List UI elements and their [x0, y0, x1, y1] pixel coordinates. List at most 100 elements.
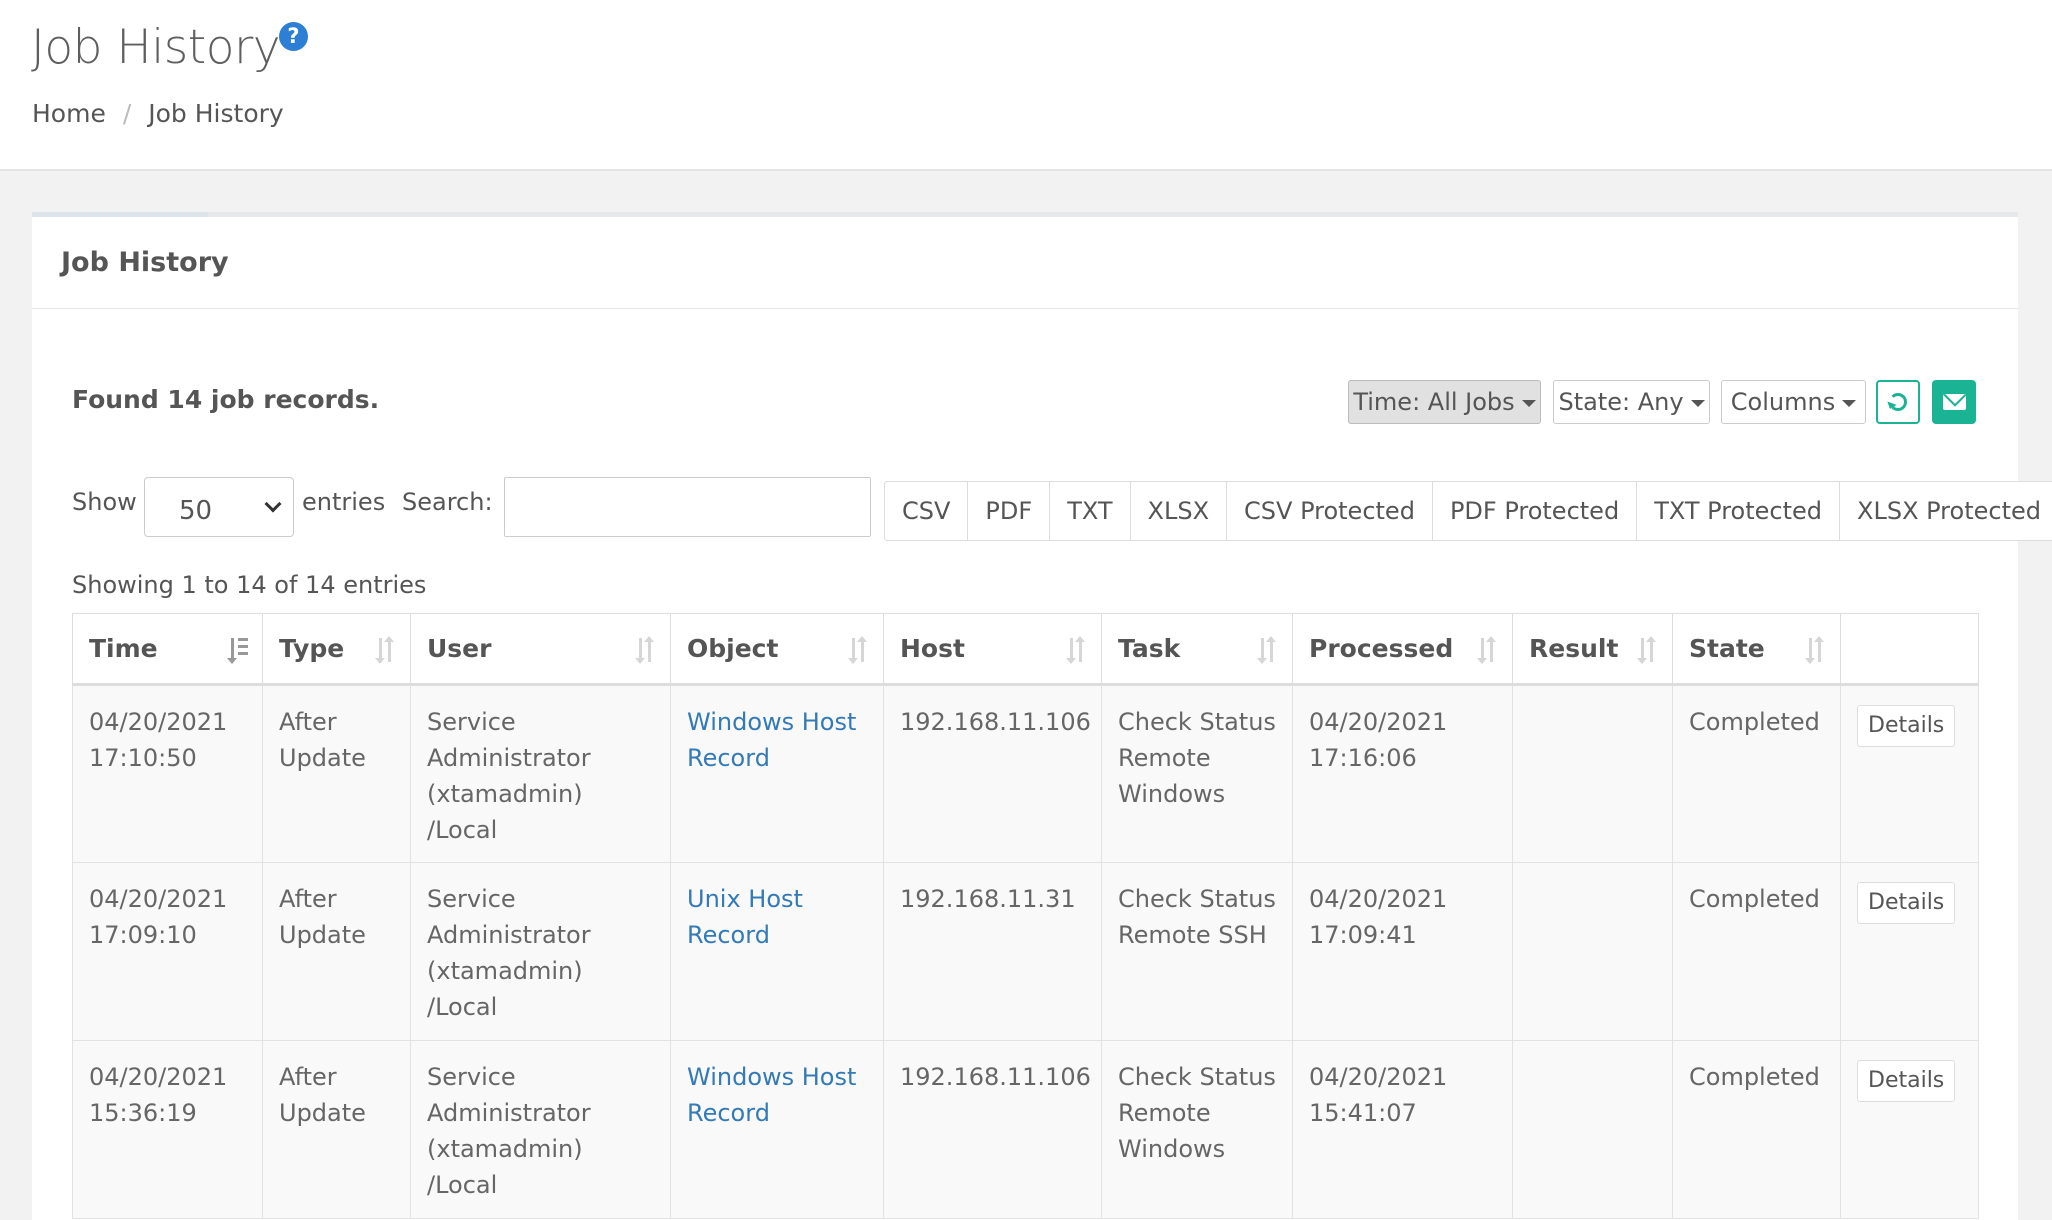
export-pdf-button[interactable]: PDF: [968, 482, 1051, 540]
object-link[interactable]: Windows Host Record: [687, 708, 856, 772]
sort-icon: [375, 636, 396, 664]
cell-actions: Details: [1840, 684, 1979, 863]
column-header-state[interactable]: State: [1672, 613, 1841, 686]
column-header-object[interactable]: Object: [670, 613, 884, 686]
time-line: 17:09:10: [89, 921, 197, 949]
column-header-task[interactable]: Task: [1101, 613, 1293, 686]
column-header-user[interactable]: User: [410, 613, 671, 686]
task-line: Remote SSH: [1118, 921, 1267, 949]
column-header-type[interactable]: Type: [262, 613, 411, 686]
details-button[interactable]: Details: [1857, 705, 1956, 747]
page-length-select[interactable]: 50: [144, 477, 294, 537]
type-line: After: [279, 885, 337, 913]
table-body: 04/20/2021 17:10:50 After Update Service Admi…: [72, 684, 1979, 1219]
export-csv-protected-button[interactable]: CSV Protected: [1227, 482, 1433, 540]
cell-user: Service Administrator (xtamadmin) /Local: [410, 862, 671, 1041]
export-txt-button[interactable]: TXT: [1050, 482, 1131, 540]
sort-icon: [1477, 636, 1498, 664]
details-button[interactable]: Details: [1857, 1060, 1956, 1102]
breadcrumb-separator: /: [122, 99, 132, 128]
cell-actions: Details: [1840, 862, 1979, 1041]
breadcrumb-current: Job History: [148, 99, 284, 128]
user-line: Service: [427, 708, 516, 736]
time-line: 04/20/2021: [89, 708, 228, 736]
column-header-time[interactable]: Time: [72, 613, 263, 686]
cell-user: Service Administrator (xtamadmin) /Local: [410, 1040, 671, 1219]
user-line: Service: [427, 1063, 516, 1091]
column-header-result[interactable]: Result: [1512, 613, 1673, 686]
job-history-table: Time Type User Object Host Task Processe…: [72, 613, 1979, 1219]
time-filter-label: Time: All Jobs: [1353, 388, 1515, 416]
details-button[interactable]: Details: [1857, 882, 1956, 924]
cell-actions: Details: [1840, 1040, 1979, 1219]
processed-line: 04/20/2021: [1309, 708, 1448, 736]
sort-icon: [1805, 636, 1826, 664]
sort-icon: [1066, 636, 1087, 664]
sort-icon: [1257, 636, 1278, 664]
column-header-host[interactable]: Host: [883, 613, 1102, 686]
processed-line: 04/20/2021: [1309, 885, 1448, 913]
column-header-processed[interactable]: Processed: [1292, 613, 1513, 686]
column-header-label: Result: [1529, 634, 1619, 663]
cell-type: After Update: [262, 862, 411, 1041]
export-xlsx-button[interactable]: XLSX: [1131, 482, 1228, 540]
processed-line: 15:41:07: [1309, 1099, 1417, 1127]
show-label: Show: [72, 488, 137, 516]
user-line: Administrator: [427, 744, 591, 772]
envelope-icon: [1943, 394, 1966, 410]
user-line: (xtamadmin): [427, 957, 583, 985]
cell-host: 192.168.11.31: [883, 862, 1102, 1041]
cell-processed: 04/20/2021 17:09:41: [1292, 862, 1513, 1041]
column-header-label: Object: [687, 634, 779, 663]
state-filter-dropdown[interactable]: State: Any: [1553, 380, 1710, 424]
time-line: 04/20/2021: [89, 1063, 228, 1091]
type-line: After: [279, 708, 337, 736]
columns-dropdown[interactable]: Columns: [1721, 380, 1866, 424]
breadcrumb-home-link[interactable]: Home: [32, 99, 106, 128]
cell-processed: 04/20/2021 17:16:06: [1292, 684, 1513, 863]
help-icon[interactable]: ?: [279, 22, 308, 51]
export-txt-protected-button[interactable]: TXT Protected: [1637, 482, 1841, 540]
cell-task: Check Status Remote SSH: [1101, 862, 1293, 1041]
object-link[interactable]: Unix Host Record: [687, 885, 803, 949]
page-length-value: 50: [179, 496, 213, 526]
export-button-group: CSV PDF TXT XLSX CSV Protected PDF Prote…: [884, 481, 2052, 541]
chevron-down-icon: [1690, 399, 1705, 407]
state-value: Completed: [1689, 1063, 1820, 1091]
job-history-panel: Job History Found 14 job records. Time: …: [32, 212, 2052, 1220]
sort-icon: [1637, 636, 1658, 664]
cell-type: After Update: [262, 1040, 411, 1219]
user-line: Administrator: [427, 921, 591, 949]
state-filter-label: State: Any: [1558, 388, 1684, 416]
chevron-down-icon: [1521, 399, 1536, 407]
refresh-button[interactable]: [1876, 380, 1920, 424]
cell-task: Check Status Remote Windows: [1101, 684, 1293, 863]
host-value: 192.168.11.106: [900, 1063, 1091, 1091]
processed-line: 04/20/2021: [1309, 1063, 1448, 1091]
time-line: 17:10:50: [89, 744, 197, 772]
refresh-icon: [1889, 393, 1907, 411]
time-filter-dropdown[interactable]: Time: All Jobs: [1348, 380, 1541, 424]
email-button[interactable]: [1932, 380, 1976, 424]
sort-icon: [635, 636, 656, 664]
object-link[interactable]: Windows Host Record: [687, 1063, 856, 1127]
entries-label: entries: [302, 488, 386, 516]
panel-title: Job History: [61, 247, 229, 278]
export-xlsx-protected-button[interactable]: XLSX Protected: [1840, 482, 2052, 540]
user-line: (xtamadmin): [427, 780, 583, 808]
object-link-line: Record: [687, 921, 770, 949]
cell-host: 192.168.11.106: [883, 684, 1102, 863]
export-pdf-protected-button[interactable]: PDF Protected: [1433, 482, 1638, 540]
column-header-label: User: [427, 634, 492, 663]
user-line: Service: [427, 885, 516, 913]
cell-state: Completed: [1672, 684, 1841, 863]
cell-state: Completed: [1672, 1040, 1841, 1219]
object-link-line: Record: [687, 744, 770, 772]
search-input[interactable]: [504, 477, 871, 537]
type-line: Update: [279, 1099, 366, 1127]
cell-state: Completed: [1672, 862, 1841, 1041]
showing-entries-text: Showing 1 to 14 of 14 entries: [72, 571, 427, 599]
task-line: Windows: [1118, 780, 1226, 808]
column-header-actions: [1840, 613, 1979, 686]
export-csv-button[interactable]: CSV: [885, 482, 969, 540]
